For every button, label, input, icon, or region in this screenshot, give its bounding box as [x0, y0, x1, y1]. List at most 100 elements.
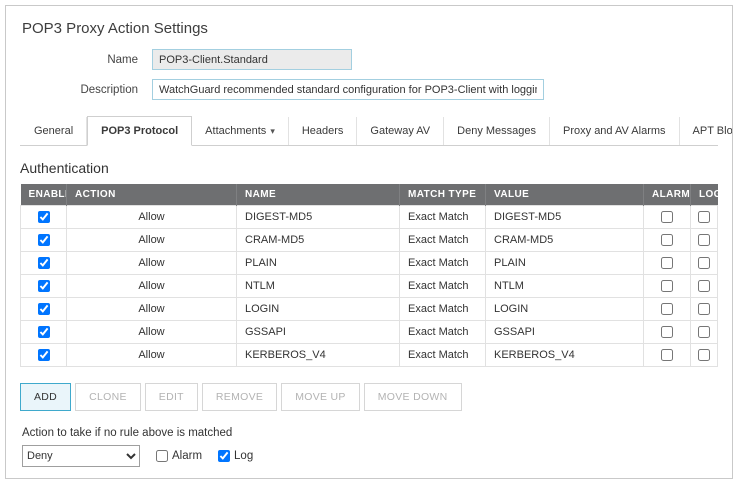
value-cell: NTLM	[486, 275, 644, 298]
column-header-log: LOG	[691, 184, 718, 206]
alarm-checkbox[interactable]	[661, 349, 673, 361]
enabled-cell	[21, 252, 67, 275]
enabled-cell	[21, 206, 67, 229]
match-type-cell: Exact Match	[400, 229, 486, 252]
no-match-label: Action to take if no rule above is match…	[22, 427, 718, 439]
column-header-alarm: ALARM	[644, 184, 691, 206]
clone-button[interactable]: CLONE	[75, 383, 141, 411]
tab-general[interactable]: General	[20, 117, 87, 145]
alarm-cell	[644, 252, 691, 275]
log-checkbox[interactable]	[698, 234, 710, 246]
tab-gateway-av[interactable]: Gateway AV	[357, 117, 444, 145]
alarm-checkbox[interactable]	[661, 326, 673, 338]
remove-button[interactable]: REMOVE	[202, 383, 277, 411]
alarm-cell	[644, 344, 691, 367]
alarm-checkbox[interactable]	[661, 280, 673, 292]
name-cell: DIGEST-MD5	[237, 206, 400, 229]
enabled-checkbox[interactable]	[38, 326, 50, 338]
log-checkbox[interactable]	[698, 326, 710, 338]
alarm-cell	[644, 298, 691, 321]
enabled-cell	[21, 275, 67, 298]
table-row[interactable]: AllowKERBEROS_V4Exact MatchKERBEROS_V4	[21, 344, 718, 367]
column-header-value: VALUE	[486, 184, 644, 206]
description-field[interactable]	[152, 79, 544, 100]
match-type-cell: Exact Match	[400, 321, 486, 344]
enabled-checkbox[interactable]	[38, 280, 50, 292]
alarm-checkbox[interactable]	[661, 303, 673, 315]
alarm-checkbox[interactable]	[661, 234, 673, 246]
table-row[interactable]: AllowDIGEST-MD5Exact MatchDIGEST-MD5	[21, 206, 718, 229]
match-type-cell: Exact Match	[400, 298, 486, 321]
enabled-checkbox[interactable]	[38, 234, 50, 246]
enabled-cell	[21, 298, 67, 321]
enabled-cell	[21, 229, 67, 252]
log-cell	[691, 206, 718, 229]
action-cell: Allow	[67, 252, 237, 275]
log-checkbox[interactable]	[698, 303, 710, 315]
column-header-action: ACTION	[67, 184, 237, 206]
no-match-log-checkbox[interactable]	[218, 450, 230, 462]
tab-proxy-and-av-alarms[interactable]: Proxy and AV Alarms	[550, 117, 680, 145]
name-cell: CRAM-MD5	[237, 229, 400, 252]
log-checkbox[interactable]	[698, 257, 710, 269]
no-match-alarm-checkbox[interactable]	[156, 450, 168, 462]
move-up-button[interactable]: MOVE UP	[281, 383, 360, 411]
dropdown-caret-icon: ▾	[270, 126, 275, 136]
action-cell: Allow	[67, 321, 237, 344]
action-cell: Allow	[67, 206, 237, 229]
no-match-action-select[interactable]: Deny	[22, 445, 140, 467]
tab-attachments[interactable]: Attachments▾	[192, 117, 289, 145]
table-row[interactable]: AllowLOGINExact MatchLOGIN	[21, 298, 718, 321]
settings-panel: POP3 Proxy Action Settings Name Descript…	[5, 5, 733, 479]
name-field[interactable]	[152, 49, 352, 70]
alarm-cell	[644, 206, 691, 229]
log-cell	[691, 298, 718, 321]
name-cell: KERBEROS_V4	[237, 344, 400, 367]
value-cell: PLAIN	[486, 252, 644, 275]
enabled-cell	[21, 321, 67, 344]
enabled-checkbox[interactable]	[38, 349, 50, 361]
name-cell: LOGIN	[237, 298, 400, 321]
enabled-checkbox[interactable]	[38, 257, 50, 269]
tab-headers[interactable]: Headers	[289, 117, 358, 145]
page-title: POP3 Proxy Action Settings	[22, 20, 718, 37]
match-type-cell: Exact Match	[400, 206, 486, 229]
table-row[interactable]: AllowGSSAPIExact MatchGSSAPI	[21, 321, 718, 344]
move-down-button[interactable]: MOVE DOWN	[364, 383, 462, 411]
enabled-checkbox[interactable]	[38, 211, 50, 223]
column-header-name: NAME	[237, 184, 400, 206]
value-cell: CRAM-MD5	[486, 229, 644, 252]
name-cell: GSSAPI	[237, 321, 400, 344]
action-cell: Allow	[67, 298, 237, 321]
no-match-alarm[interactable]: Alarm	[156, 450, 202, 462]
log-cell	[691, 344, 718, 367]
table-row[interactable]: AllowNTLMExact MatchNTLM	[21, 275, 718, 298]
value-cell: KERBEROS_V4	[486, 344, 644, 367]
name-label: Name	[20, 54, 138, 66]
table-row[interactable]: AllowCRAM-MD5Exact MatchCRAM-MD5	[21, 229, 718, 252]
name-cell: PLAIN	[237, 252, 400, 275]
alarm-checkbox[interactable]	[661, 211, 673, 223]
column-header-match-type: MATCH TYPE	[400, 184, 486, 206]
log-checkbox[interactable]	[698, 211, 710, 223]
enabled-cell	[21, 344, 67, 367]
column-header-enabled: ENABLED	[21, 184, 67, 206]
description-label: Description	[20, 84, 138, 96]
action-cell: Allow	[67, 229, 237, 252]
tab-pop3-protocol[interactable]: POP3 Protocol	[87, 116, 192, 146]
table-body: AllowDIGEST-MD5Exact MatchDIGEST-MD5Allo…	[21, 206, 718, 367]
no-match-alarm-label: Alarm	[172, 450, 202, 462]
tab-apt-blocker[interactable]: APT Blocker	[680, 117, 733, 145]
enabled-checkbox[interactable]	[38, 303, 50, 315]
table-row[interactable]: AllowPLAINExact MatchPLAIN	[21, 252, 718, 275]
log-cell	[691, 229, 718, 252]
log-checkbox[interactable]	[698, 349, 710, 361]
tab-deny-messages[interactable]: Deny Messages	[444, 117, 550, 145]
alarm-cell	[644, 275, 691, 298]
no-match-log[interactable]: Log	[218, 450, 253, 462]
edit-button[interactable]: EDIT	[145, 383, 198, 411]
log-checkbox[interactable]	[698, 280, 710, 292]
add-button[interactable]: ADD	[20, 383, 71, 411]
alarm-checkbox[interactable]	[661, 257, 673, 269]
action-cell: Allow	[67, 344, 237, 367]
